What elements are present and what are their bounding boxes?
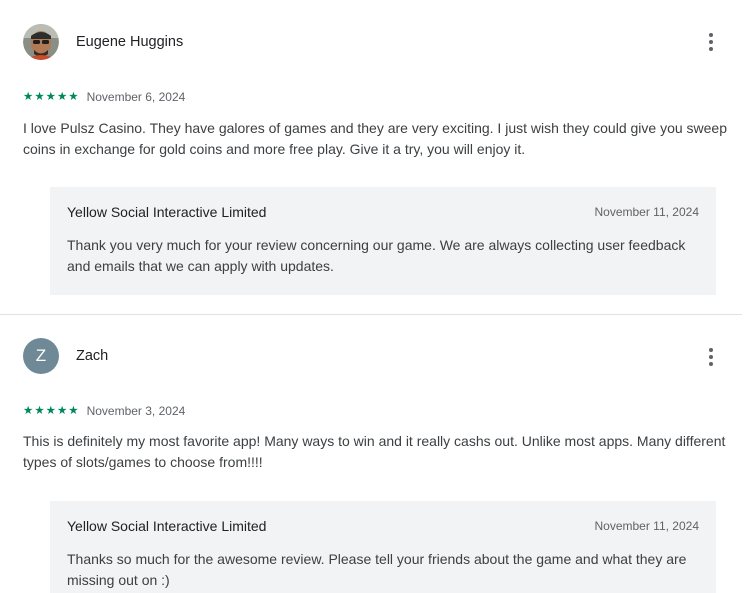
reply-text: Thanks so much for the awesome review. P… — [67, 551, 687, 588]
rating-line: ★ ★ ★ ★ ★ November 6, 2024 — [23, 89, 185, 105]
reply-header: Yellow Social Interactive Limited Novemb… — [67, 204, 699, 220]
review-text: I love Pulsz Casino. They have galores o… — [23, 120, 727, 157]
more-vert-icon-dot — [709, 47, 713, 51]
avatar — [23, 24, 59, 60]
star-icon: ★ — [23, 91, 34, 103]
star-icon: ★ — [68, 91, 79, 103]
review-date: November 3, 2024 — [86, 404, 186, 418]
star-icon: ★ — [34, 91, 45, 103]
reply-author: Yellow Social Interactive Limited — [67, 204, 267, 220]
review-date: November 6, 2024 — [86, 90, 186, 104]
more-options-button[interactable] — [699, 30, 723, 54]
rating-line: ★ ★ ★ ★ ★ November 3, 2024 — [23, 403, 185, 419]
star-icon: ★ — [45, 91, 56, 103]
avatar-photo-icon — [23, 24, 59, 60]
more-options-button[interactable] — [699, 345, 723, 369]
reply-header: Yellow Social Interactive Limited Novemb… — [67, 518, 699, 534]
more-vert-icon-dot — [709, 40, 713, 44]
review-header: Eugene Huggins — [23, 24, 183, 60]
star-icon: ★ — [34, 405, 45, 417]
more-vert-icon-dot — [709, 348, 713, 352]
developer-reply: Yellow Social Interactive Limited Novemb… — [50, 187, 716, 295]
reply-date: November 11, 2024 — [594, 205, 699, 219]
star-icon: ★ — [56, 91, 68, 103]
star-icon: ★ — [56, 405, 68, 417]
more-vert-icon-dot — [709, 362, 713, 366]
star-icon: ★ — [23, 405, 34, 417]
review-divider — [0, 314, 742, 315]
star-rating: ★ ★ ★ ★ ★ — [23, 91, 79, 103]
review-author: Zach — [76, 348, 109, 364]
review-text: This is definitely my most favorite app!… — [23, 433, 726, 470]
reply-text: Thank you very much for your review conc… — [67, 237, 686, 274]
avatar: Z — [23, 338, 59, 374]
star-icon: ★ — [45, 405, 56, 417]
reply-date: November 11, 2024 — [594, 519, 699, 533]
more-vert-icon-dot — [709, 355, 713, 359]
reply-author: Yellow Social Interactive Limited — [67, 518, 267, 534]
star-icon: ★ — [68, 405, 79, 417]
avatar-letter: Z — [35, 346, 47, 365]
more-vert-icon-dot — [709, 33, 713, 37]
review-author: Eugene Huggins — [76, 34, 184, 50]
review-header: Z Zach — [23, 338, 108, 374]
developer-reply: Yellow Social Interactive Limited Novemb… — [50, 501, 716, 593]
star-rating: ★ ★ ★ ★ ★ — [23, 405, 79, 417]
